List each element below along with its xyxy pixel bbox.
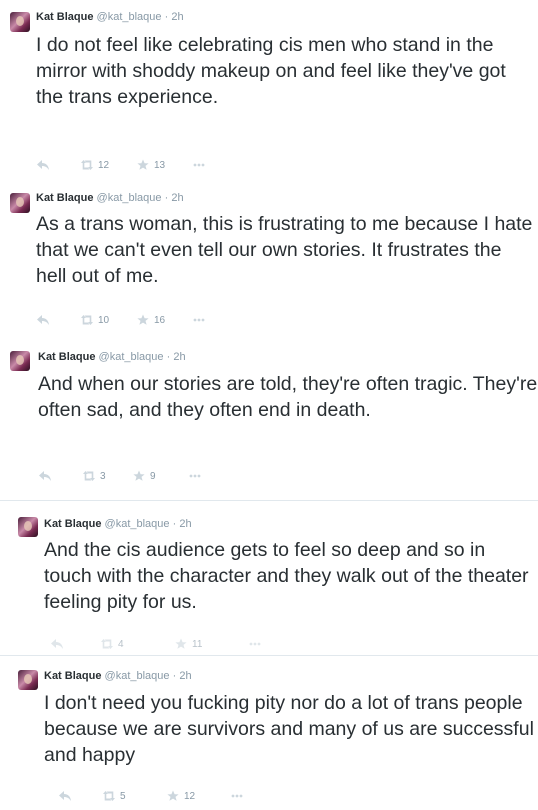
- more-button[interactable]: [230, 790, 244, 802]
- avatar[interactable]: [18, 670, 38, 690]
- retweet-icon: [102, 790, 116, 802]
- author-handle[interactable]: @kat_blaque: [97, 11, 162, 23]
- reply-button[interactable]: [36, 314, 50, 326]
- retweet-count: 10: [98, 314, 110, 326]
- tweet-actions: 3 9: [38, 470, 278, 484]
- star-icon: [166, 790, 180, 802]
- timestamp[interactable]: 2h: [173, 351, 185, 363]
- reply-button[interactable]: [36, 159, 50, 171]
- retweet-count: 5: [120, 790, 126, 802]
- timestamp[interactable]: 2h: [171, 11, 183, 23]
- retweet-icon: [80, 314, 94, 326]
- favorite-button[interactable]: 9: [132, 470, 156, 482]
- tweet-actions: 5 12: [58, 790, 298, 804]
- avatar[interactable]: [10, 12, 30, 32]
- retweet-count: 3: [100, 470, 106, 482]
- more-icon: [192, 314, 206, 326]
- more-icon: [248, 638, 262, 650]
- tweet-header: Kat Blaque @kat_blaque · 2h: [44, 517, 192, 531]
- separator-dot: ·: [166, 351, 171, 363]
- author-name[interactable]: Kat Blaque: [44, 670, 101, 682]
- separator-dot: ·: [164, 192, 169, 204]
- separator-dot: ·: [172, 518, 177, 530]
- retweet-button[interactable]: 3: [82, 470, 106, 482]
- tweet[interactable]: Kat Blaque @kat_blaque · 2h And the cis …: [0, 501, 538, 653]
- author-handle[interactable]: @kat_blaque: [105, 670, 170, 682]
- retweet-icon: [82, 470, 96, 482]
- reply-button[interactable]: [50, 638, 64, 650]
- tweet-actions: 12 13: [36, 159, 276, 173]
- tweet-text: As a trans woman, this is frustrating to…: [36, 213, 533, 287]
- favorite-count: 12: [184, 790, 196, 802]
- timestamp[interactable]: 2h: [179, 670, 191, 682]
- timestamp[interactable]: 2h: [171, 192, 183, 204]
- retweet-button[interactable]: 5: [102, 790, 126, 802]
- more-icon: [192, 159, 206, 171]
- favorite-count: 9: [150, 470, 156, 482]
- timestamp[interactable]: 2h: [179, 518, 191, 530]
- tweet-header: Kat Blaque @kat_blaque · 2h: [36, 191, 184, 205]
- more-button[interactable]: [192, 159, 206, 171]
- favorite-button[interactable]: 13: [136, 159, 165, 171]
- retweet-button[interactable]: 4: [100, 638, 124, 650]
- reply-icon: [38, 470, 52, 482]
- tweet[interactable]: Kat Blaque @kat_blaque · 2h I don't need…: [0, 656, 538, 810]
- reply-button[interactable]: [58, 790, 72, 802]
- author-name[interactable]: Kat Blaque: [44, 518, 101, 530]
- more-button[interactable]: [248, 638, 262, 650]
- tweet[interactable]: Kat Blaque @kat_blaque · 2h I do not fee…: [0, 0, 538, 180]
- tweet-text: I don't need you fucking pity nor do a l…: [44, 692, 534, 766]
- tweet-text: And the cis audience gets to feel so dee…: [44, 539, 529, 613]
- tweet[interactable]: Kat Blaque @kat_blaque · 2h And when our…: [0, 338, 538, 496]
- avatar[interactable]: [10, 193, 30, 213]
- author-name[interactable]: Kat Blaque: [36, 11, 93, 23]
- tweet-text: And when our stories are told, they're o…: [38, 373, 538, 421]
- star-icon: [132, 470, 146, 482]
- avatar[interactable]: [10, 351, 30, 371]
- retweet-icon: [100, 638, 114, 650]
- favorite-button[interactable]: 16: [136, 314, 165, 326]
- favorite-count: 13: [154, 159, 166, 171]
- star-icon: [174, 638, 188, 650]
- retweet-icon: [80, 159, 94, 171]
- favorite-button[interactable]: 12: [166, 790, 195, 802]
- tweet-actions: 4 11: [50, 638, 290, 652]
- retweet-count: 4: [118, 638, 124, 650]
- tweet[interactable]: Kat Blaque @kat_blaque · 2h As a trans w…: [0, 180, 538, 335]
- star-icon: [136, 159, 150, 171]
- author-handle[interactable]: @kat_blaque: [99, 351, 164, 363]
- separator-dot: ·: [164, 11, 169, 23]
- more-icon: [188, 470, 202, 482]
- separator-dot: ·: [172, 670, 177, 682]
- reply-button[interactable]: [38, 470, 52, 482]
- favorite-count: 11: [192, 638, 203, 650]
- reply-icon: [36, 159, 50, 171]
- more-icon: [230, 790, 244, 802]
- tweet-header: Kat Blaque @kat_blaque · 2h: [36, 10, 184, 24]
- retweet-count: 12: [98, 159, 110, 171]
- retweet-button[interactable]: 12: [80, 159, 109, 171]
- tweet-text: I do not feel like celebrating cis men w…: [36, 34, 506, 108]
- author-handle[interactable]: @kat_blaque: [105, 518, 170, 530]
- favorite-count: 16: [154, 314, 166, 326]
- author-name[interactable]: Kat Blaque: [36, 192, 93, 204]
- author-handle[interactable]: @kat_blaque: [97, 192, 162, 204]
- tweet-header: Kat Blaque @kat_blaque · 2h: [44, 669, 192, 683]
- author-name[interactable]: Kat Blaque: [38, 351, 95, 363]
- more-button[interactable]: [192, 314, 206, 326]
- reply-icon: [36, 314, 50, 326]
- tweet-actions: 10 16: [36, 314, 276, 328]
- favorite-button[interactable]: 11: [174, 638, 202, 650]
- more-button[interactable]: [188, 470, 202, 482]
- retweet-button[interactable]: 10: [80, 314, 109, 326]
- reply-icon: [58, 790, 72, 802]
- reply-icon: [50, 638, 64, 650]
- avatar[interactable]: [18, 517, 38, 537]
- star-icon: [136, 314, 150, 326]
- tweet-header: Kat Blaque @kat_blaque · 2h: [38, 350, 186, 364]
